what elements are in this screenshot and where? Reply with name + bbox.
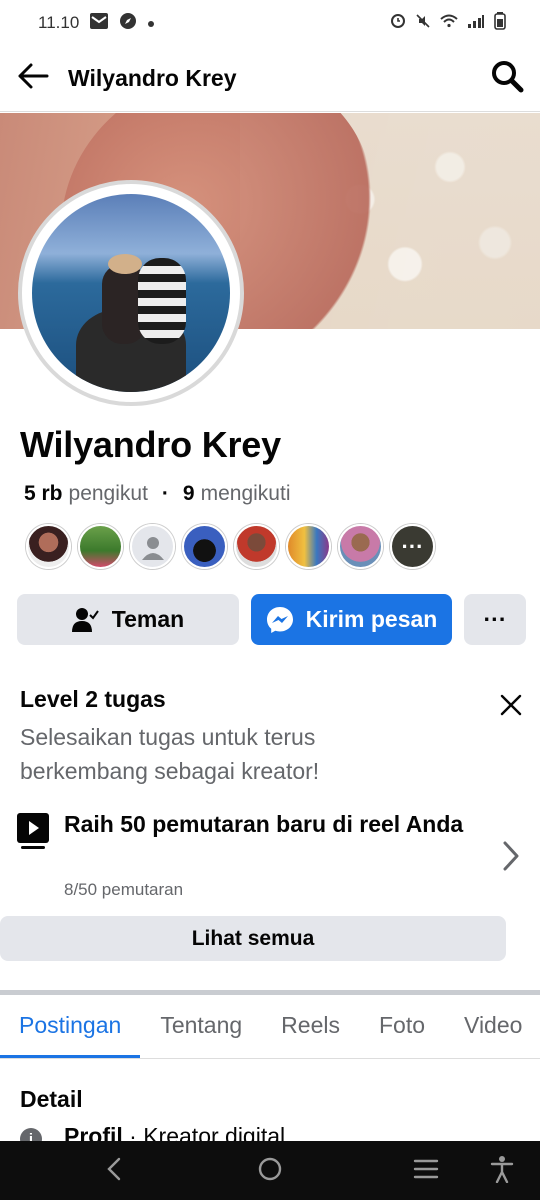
- more-friends-icon: ···: [401, 533, 424, 559]
- following-count[interactable]: 9: [183, 482, 195, 506]
- friend-button-label: Teman: [111, 606, 185, 632]
- task-title: Raih 50 pemutaran baru di reel Anda: [64, 811, 464, 837]
- back-button[interactable]: [16, 62, 50, 96]
- arrow-left-icon: [17, 62, 49, 95]
- send-message-button[interactable]: Kirim pesan: [251, 594, 452, 645]
- nav-back-icon: [105, 1156, 123, 1187]
- nav-home-button[interactable]: [254, 1155, 286, 1187]
- person-check-icon: [71, 607, 100, 633]
- friend-avatar[interactable]: [338, 524, 383, 569]
- messenger-icon: [266, 606, 294, 634]
- email-icon: [89, 12, 109, 35]
- friend-avatar[interactable]: [78, 524, 123, 569]
- followers-label[interactable]: pengikut: [69, 482, 148, 506]
- friend-avatar[interactable]: [182, 524, 227, 569]
- profile-stats: 5 rb pengikut · 9 mengikuti: [24, 482, 291, 506]
- tab-postingan[interactable]: Postingan: [0, 996, 141, 1058]
- detail-title: Detail: [20, 1086, 83, 1112]
- detail-row-value: · Kreator digital: [122, 1123, 286, 1142]
- chevron-right-icon: [502, 840, 520, 877]
- page-title: Wilyandro Krey: [68, 65, 237, 91]
- friend-avatar[interactable]: [130, 524, 175, 569]
- task-item[interactable]: Raih 50 pemutaran baru di reel Anda 8/50…: [16, 808, 526, 904]
- friend-avatar[interactable]: [26, 524, 71, 569]
- compass-icon: [119, 12, 137, 35]
- status-bar: 11.10: [0, 0, 540, 46]
- search-icon: [490, 59, 524, 98]
- signal-icon: [467, 13, 485, 33]
- mute-icon: [415, 13, 431, 34]
- system-nav-bar: [0, 1141, 540, 1200]
- profile-actions: Teman Kirim pesan ···: [17, 594, 526, 645]
- wifi-icon: [440, 13, 458, 33]
- send-message-label: Kirim pesan: [305, 606, 438, 632]
- friend-button[interactable]: Teman: [17, 594, 239, 645]
- friend-avatar[interactable]: [234, 524, 279, 569]
- status-time: 11.10: [38, 13, 80, 32]
- nav-menu-icon: [413, 1158, 439, 1185]
- tab-reels[interactable]: Reels: [262, 996, 360, 1058]
- accessibility-icon: [490, 1155, 514, 1188]
- accessibility-button[interactable]: [486, 1155, 518, 1187]
- nav-back-button[interactable]: [98, 1155, 130, 1187]
- profile-avatar[interactable]: [18, 180, 244, 406]
- reel-play-icon: [16, 812, 50, 855]
- nav-home-icon: [257, 1156, 283, 1187]
- level-card-description: Selesaikan tugas untuk terus berkembang …: [20, 724, 320, 784]
- more-options-icon: ···: [483, 606, 507, 632]
- section-divider: [0, 990, 540, 995]
- following-label[interactable]: mengikuti: [201, 482, 291, 506]
- stats-separator: ·: [161, 482, 169, 505]
- close-level-card-button[interactable]: [494, 690, 528, 724]
- more-options-button[interactable]: ···: [464, 594, 526, 645]
- detail-row-label: Profil: [64, 1123, 123, 1142]
- tab-foto[interactable]: Foto: [360, 996, 445, 1058]
- friend-avatar-more[interactable]: ···: [390, 524, 435, 569]
- profile-name: Wilyandro Krey: [20, 424, 281, 465]
- detail-profile-row: i Profil · Kreator digital: [20, 1122, 420, 1142]
- top-bar: Wilyandro Krey: [0, 46, 540, 112]
- alarm-icon: [390, 13, 406, 34]
- avatar-image: [32, 194, 230, 392]
- friend-avatar[interactable]: [286, 524, 331, 569]
- tab-tentang[interactable]: Tentang: [140, 996, 262, 1058]
- info-icon: i: [20, 1128, 42, 1142]
- followers-count[interactable]: 5 rb: [24, 482, 63, 506]
- profile-tabs: Postingan Tentang Reels Foto Video: [0, 996, 540, 1059]
- friend-avatars: ···: [26, 524, 435, 569]
- level-card-title: Level 2 tugas: [20, 686, 166, 712]
- task-progress: 8/50 pemutaran: [64, 880, 184, 899]
- tab-video[interactable]: Video: [445, 996, 522, 1058]
- battery-icon: [494, 11, 506, 35]
- close-icon: [500, 694, 522, 721]
- see-all-button[interactable]: Lihat semua: [0, 916, 506, 961]
- default-person-icon: [141, 536, 164, 560]
- search-button[interactable]: [488, 60, 526, 98]
- nav-recents-button[interactable]: [410, 1155, 442, 1187]
- notification-dot-icon: [147, 13, 155, 33]
